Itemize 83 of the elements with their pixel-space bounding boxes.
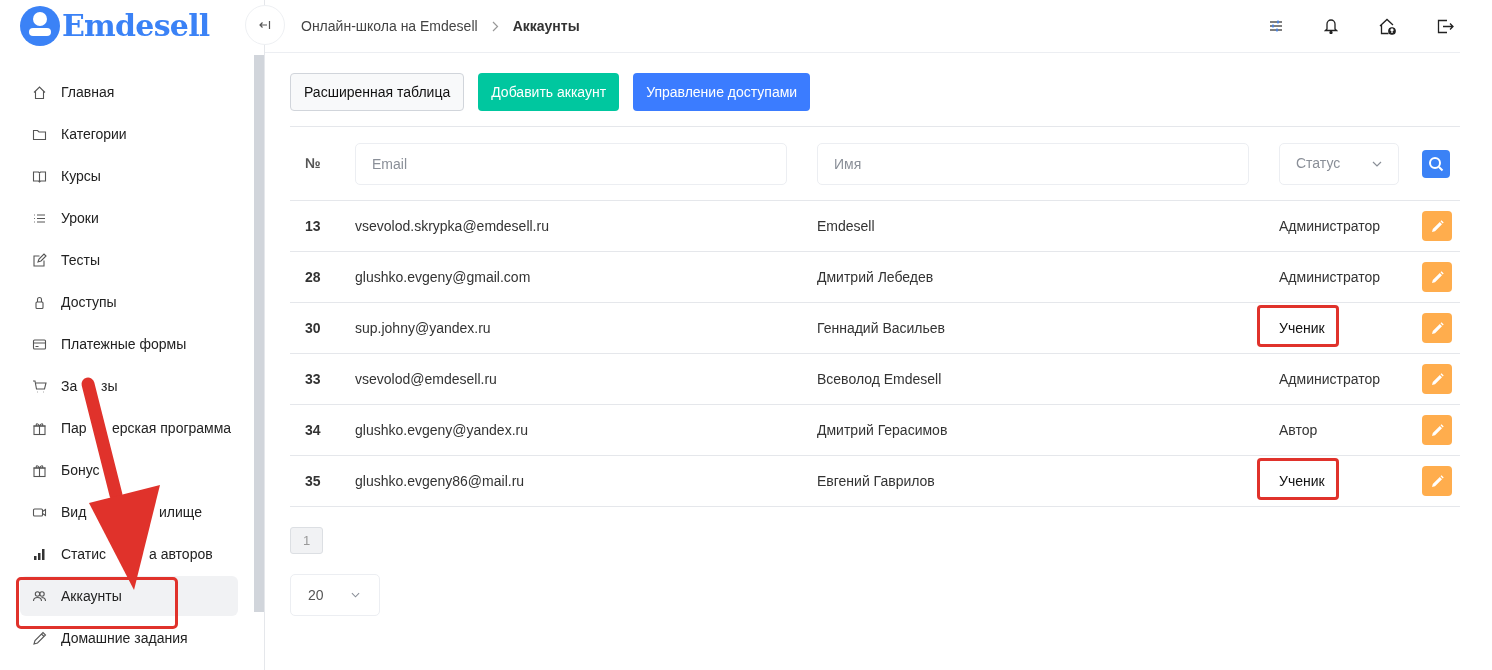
bar-chart-icon bbox=[32, 546, 47, 562]
name-cell-text: Дмитрий Лебедев bbox=[817, 267, 935, 287]
logout-icon[interactable] bbox=[1437, 18, 1454, 34]
table-view-button[interactable]: Расширенная таблица bbox=[290, 73, 465, 111]
sidebar-item[interactable]: Категории bbox=[20, 114, 238, 154]
id-cell-text: 33 bbox=[304, 369, 322, 389]
id-cell-text: 30 bbox=[304, 318, 322, 338]
chevron-down-icon bbox=[1372, 160, 1382, 167]
name-cell-text: Дмитрий Герасимов bbox=[817, 420, 949, 440]
sidebar-item[interactable]: Пар ерская программа bbox=[20, 408, 238, 448]
id-cell-text: 34 bbox=[304, 420, 322, 440]
breadcrumb[interactable]: Онлайн-школа на Emdesell bbox=[301, 15, 478, 37]
sidebar-item[interactable]: Аккаунты bbox=[20, 576, 238, 616]
gift-icon bbox=[32, 462, 47, 478]
id-cell-text: 35 bbox=[304, 471, 322, 491]
id-cell-text: 28 bbox=[304, 267, 322, 287]
home-icon[interactable] bbox=[1379, 17, 1396, 35]
status-cell: Администратор bbox=[1279, 268, 1380, 285]
edit-button[interactable] bbox=[1422, 262, 1452, 292]
gift-icon bbox=[32, 420, 47, 436]
pencil-icon bbox=[1430, 270, 1444, 284]
status-cell: Ученик bbox=[1279, 319, 1325, 336]
bell-icon[interactable] bbox=[1324, 18, 1338, 34]
sidebar-item[interactable]: Курсы bbox=[20, 156, 238, 196]
cart-icon bbox=[32, 378, 47, 394]
email-filter-field[interactable]: Email bbox=[355, 142, 787, 185]
name-cell-text: Геннадий Васильев bbox=[817, 318, 946, 338]
sidebar-item[interactable]: Уроки bbox=[20, 198, 238, 238]
logo-icon bbox=[20, 6, 60, 46]
edit-button[interactable] bbox=[1422, 313, 1452, 343]
status-cell: Автор bbox=[1279, 421, 1318, 438]
pencil-icon bbox=[1430, 219, 1444, 233]
collapse-arrow-icon bbox=[259, 19, 271, 31]
sidebar-item[interactable]: Главная bbox=[20, 72, 238, 112]
name-cell-text: Евгений Гаврилов bbox=[817, 471, 936, 491]
status-cell: Администратор bbox=[1279, 217, 1380, 234]
email-cell-text: sup.johny@yandex.ru bbox=[355, 318, 492, 338]
search-icon bbox=[1428, 155, 1444, 172]
column-header: № bbox=[304, 154, 322, 173]
name-cell-text: Emdesell bbox=[817, 216, 876, 236]
status-cell: Администратор bbox=[1279, 370, 1380, 387]
email-cell-text: glushko.evgeny@yandex.ru bbox=[355, 420, 529, 440]
status-cell: Ученик bbox=[1279, 472, 1325, 489]
edit-button[interactable] bbox=[1422, 466, 1452, 496]
page-size-dropdown[interactable]: 20 bbox=[290, 574, 380, 616]
email-cell-text: glushko.evgeny@gmail.com bbox=[355, 267, 532, 287]
sidebar-item[interactable]: Доступы bbox=[20, 282, 238, 322]
users-icon bbox=[32, 588, 47, 604]
pencil-icon bbox=[32, 630, 47, 646]
chevron-down-icon bbox=[351, 592, 360, 598]
access-management-button[interactable]: Управление доступами bbox=[633, 73, 811, 111]
settings-icon[interactable] bbox=[1269, 19, 1283, 33]
edit-button[interactable] bbox=[1422, 211, 1452, 241]
search-button[interactable] bbox=[1422, 149, 1450, 178]
edit-button[interactable] bbox=[1422, 415, 1452, 445]
pencil-icon bbox=[1430, 474, 1444, 488]
email-cell-text: vsevolod.skrypka@emdesell.ru bbox=[355, 216, 550, 236]
sidebar-item[interactable]: Платежные формы bbox=[20, 324, 238, 364]
card-icon bbox=[32, 336, 47, 352]
collapse-button[interactable] bbox=[245, 5, 285, 45]
email-cell-text: glushko.evgeny86@mail.ru bbox=[355, 471, 526, 491]
pencil-icon bbox=[1430, 321, 1444, 335]
chevron-right-icon bbox=[491, 20, 499, 32]
name-filter-field[interactable]: Имя bbox=[817, 142, 1249, 185]
name-cell-text: Всеволод Emdesell bbox=[817, 369, 943, 389]
scrollbar[interactable] bbox=[254, 55, 264, 612]
pencil-icon bbox=[1430, 423, 1444, 437]
lock-icon bbox=[32, 294, 47, 310]
house-icon bbox=[32, 84, 47, 100]
sidebar-item[interactable]: Тесты bbox=[20, 240, 238, 280]
id-cell-text: 13 bbox=[304, 216, 322, 236]
pencil-icon bbox=[1430, 372, 1444, 386]
logo-text: Emdesell bbox=[62, 11, 210, 41]
sidebar-item[interactable]: За зы bbox=[20, 366, 238, 406]
book-icon bbox=[32, 168, 47, 184]
sidebar-item[interactable]: Вид илище bbox=[20, 492, 238, 532]
email-cell-text: vsevolod@emdesell.ru bbox=[355, 369, 498, 389]
sidebar-item[interactable]: Бонус bbox=[20, 450, 238, 490]
sidebar-item[interactable]: Домашние задания bbox=[20, 618, 238, 658]
breadcrumb: Аккаунты bbox=[512, 16, 580, 36]
edit-button[interactable] bbox=[1422, 364, 1452, 394]
edit-icon bbox=[32, 252, 47, 268]
sidebar-item[interactable]: Статис а авторов bbox=[20, 534, 238, 574]
